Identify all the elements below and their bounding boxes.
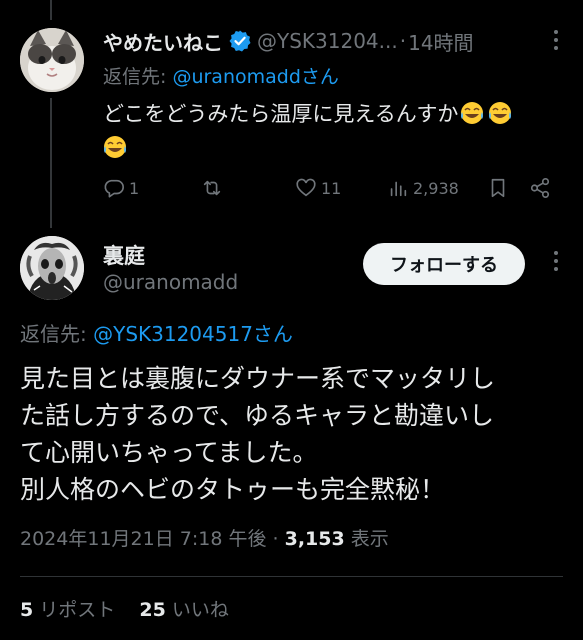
tweet-text-line: 見た目とは裏腹にダウナー系でマッタリし (20, 364, 496, 393)
tweet-text: どこをどうみたら温厚に見えるんすか (103, 97, 563, 165)
view-label: 表示 (350, 528, 389, 550)
reply-to: 返信先: @YSK31204517さん (20, 318, 293, 347)
view-count: 3,153 (284, 528, 345, 550)
avatar[interactable] (20, 236, 84, 300)
tweet-text-line: 別人格のヘビのタトゥーも完全黙秘！ (20, 475, 446, 504)
tweet-body: どこをどうみたら温厚に見えるんすか (103, 102, 459, 126)
display-name[interactable]: 裏庭 (103, 240, 145, 270)
repost-icon (203, 180, 221, 196)
more-options-icon[interactable] (553, 250, 559, 277)
tweet-text: 見た目とは裏腹にダウナー系でマッタリし た話し方するので、ゆるキャラと勘違いし … (20, 360, 560, 508)
more-options-icon[interactable] (553, 29, 559, 56)
thread-line (50, 98, 52, 228)
tweet-meta: 2024年11月21日 7:18 午後 · 3,153 表示 (20, 524, 389, 551)
like-count: 25 (139, 599, 166, 621)
likes-stat[interactable]: 25 いいね (139, 599, 229, 621)
timestamp[interactable]: 14時間 (408, 27, 473, 56)
separator: · (272, 528, 279, 550)
reposts-stat[interactable]: 5 リポスト (20, 599, 121, 621)
tweet-text-line: て心開いちゃってました。 (20, 438, 318, 467)
share-button[interactable] (529, 177, 555, 199)
follow-button[interactable]: フォローする (363, 243, 525, 285)
handle[interactable]: @uranomadd (103, 270, 238, 294)
like-button[interactable]: 11 (295, 177, 387, 199)
verified-badge-icon (229, 30, 251, 52)
tweet-header: やめたいねこ @YSK31204... · 14時間 (103, 27, 563, 55)
parent-tweet[interactable]: やめたいねこ @YSK31204... · 14時間 返信先: @uranoma… (0, 0, 583, 228)
repost-button[interactable] (201, 177, 295, 199)
reply-target-link[interactable]: @uranomaddさん (172, 66, 338, 88)
reply-target-link[interactable]: @YSK31204517さん (93, 322, 293, 346)
repost-count: 5 (20, 599, 34, 621)
reply-to: 返信先: @uranomaddさん (103, 62, 339, 89)
reply-count: 1 (129, 178, 140, 198)
repost-label: リポスト (39, 599, 116, 621)
like-count: 11 (321, 178, 342, 198)
bookmark-button[interactable] (487, 177, 529, 199)
laughing-emoji-icon (488, 101, 512, 125)
share-icon (530, 178, 550, 198)
laughing-emoji-icon (103, 135, 127, 159)
like-label: いいね (171, 599, 229, 621)
views-chart-icon (390, 181, 407, 197)
bookmark-icon (491, 178, 505, 198)
avatar[interactable] (20, 28, 84, 92)
timestamp[interactable]: 2024年11月21日 7:18 午後 (20, 528, 266, 550)
tweet-actions: 1 11 2,938 (103, 175, 555, 201)
handle[interactable]: @YSK31204... (257, 29, 398, 53)
display-name[interactable]: やめたいねこ (103, 27, 223, 56)
thread-line-top (50, 0, 52, 20)
view-count: 2,938 (413, 178, 459, 198)
engagement-stats: 5 リポスト 25 いいね (20, 595, 229, 622)
reply-prefix: 返信先: (103, 66, 167, 88)
views-button[interactable]: 2,938 (387, 177, 487, 199)
divider (20, 576, 563, 577)
heart-icon (296, 178, 316, 197)
reply-button[interactable]: 1 (103, 177, 201, 199)
laughing-emoji-icon (460, 101, 484, 125)
reply-prefix: 返信先: (20, 322, 87, 346)
separator: · (399, 29, 407, 53)
tweet-text-line: た話し方するので、ゆるキャラと勘違いし (20, 401, 495, 430)
reply-icon (104, 179, 124, 198)
